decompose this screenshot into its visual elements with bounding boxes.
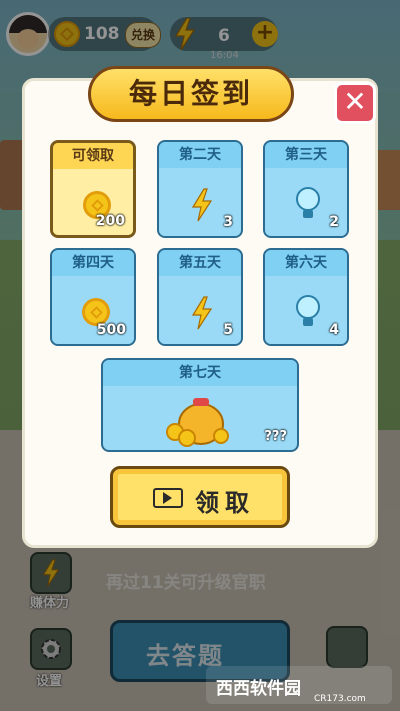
day-label: 第二天 [159,142,241,168]
claim-button[interactable]: 领取 [110,466,290,528]
reward-quantity: 200 [95,213,125,229]
claim-label: 领取 [195,489,255,517]
lightbulb-icon [296,295,320,326]
day-label: 第五天 [159,250,241,276]
day-card-5[interactable]: 第五天 5 [157,248,243,346]
reward-quantity: 5 [223,322,233,338]
day-card-3[interactable]: 第三天 2 [263,140,349,238]
day-label: 第四天 [52,250,134,276]
lightbulb-icon [296,187,320,218]
day-card-1[interactable]: 可领取 200 [50,140,136,238]
energy-bolt-icon [191,296,213,330]
day-card-6[interactable]: 第六天 4 [263,248,349,346]
reward-quantity: 2 [329,214,339,230]
day-label: 第三天 [265,142,347,168]
close-button[interactable]: ✕ [334,82,376,124]
reward-quantity: ??? [264,429,287,444]
day-card-4[interactable]: 第四天 500 [50,248,136,346]
watermark-text: 西西软件园 [216,679,301,699]
watermark-subtext: CR173.com [314,694,366,704]
day-card-2[interactable]: 第二天 3 [157,140,243,238]
dialog-title: 每日签到 [88,66,294,122]
day-card-7[interactable]: 第七天 ??? [101,358,299,452]
day-label: 第七天 [103,360,297,386]
day-label: 可领取 [53,143,133,169]
reward-quantity: 500 [96,322,126,338]
reward-quantity: 3 [223,214,233,230]
money-bag-icon [166,398,229,447]
reward-quantity: 4 [329,322,339,338]
energy-bolt-icon [191,188,213,222]
day-label: 第六天 [265,250,347,276]
video-ad-icon [153,488,183,508]
